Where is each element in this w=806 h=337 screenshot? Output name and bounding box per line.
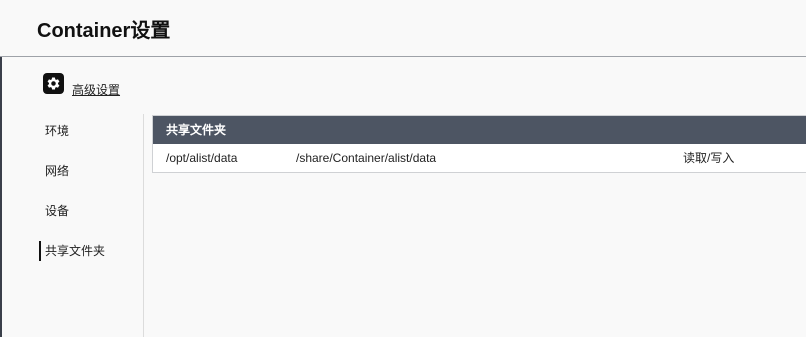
advanced-settings-label[interactable]: 高级设置 xyxy=(72,81,120,98)
sidebar-item-environment[interactable]: 环境 xyxy=(39,121,69,141)
sidebar-item-shared-folders[interactable]: 共享文件夹 xyxy=(39,241,105,261)
sidebar-item-network[interactable]: 网络 xyxy=(39,161,69,181)
advanced-settings-button[interactable]: 高级设置 xyxy=(43,69,120,98)
table-row[interactable]: /opt/alist/data /share/Container/alist/d… xyxy=(153,144,806,172)
page-title: Container设置 xyxy=(37,20,171,42)
shared-folders-panel: 共享文件夹 /opt/alist/data /share/Container/a… xyxy=(152,115,806,173)
container-path-cell: /opt/alist/data xyxy=(166,151,238,165)
window-header: Container设置 xyxy=(0,0,806,57)
permission-cell: 读取/写入 xyxy=(683,151,735,165)
table-header: 共享文件夹 xyxy=(153,116,806,144)
host-path-cell: /share/Container/alist/data xyxy=(296,151,437,165)
shared-folders-table: 共享文件夹 /opt/alist/data /share/Container/a… xyxy=(152,115,806,173)
container-settings-window: Container设置 高级设置 环境 网络 设备 共享文件夹 共享文件夹 /o… xyxy=(0,0,806,337)
sidebar: 环境 网络 设备 共享文件夹 xyxy=(0,114,143,337)
gear-icon xyxy=(43,73,64,94)
sidebar-divider xyxy=(143,114,144,337)
sidebar-item-devices[interactable]: 设备 xyxy=(39,201,69,221)
